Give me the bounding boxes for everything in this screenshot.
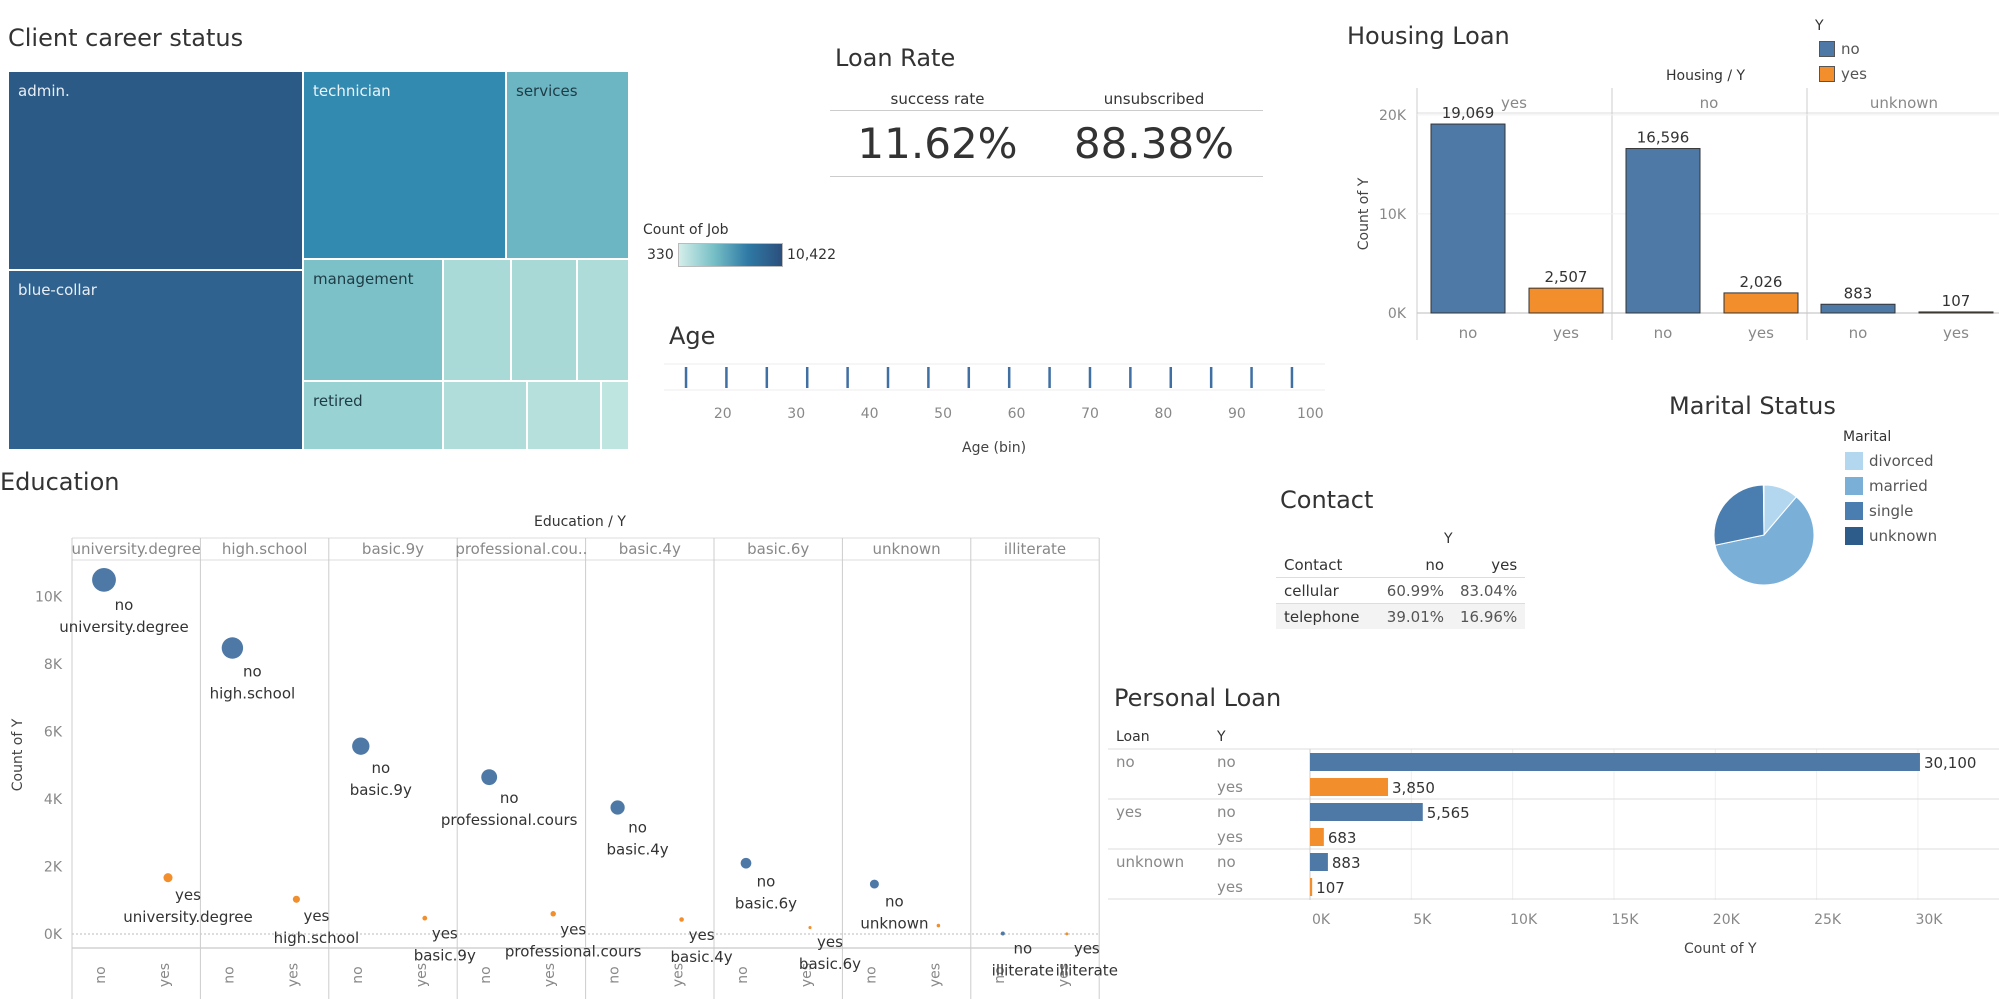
- personal-y-label: no: [1217, 853, 1236, 871]
- personal-xtick-label: 0K: [1312, 912, 1331, 928]
- personal-xtick-label: 5K: [1413, 912, 1432, 928]
- personal-bar-label: 107: [1316, 879, 1345, 897]
- personal-bar: [1310, 803, 1423, 821]
- personal-bar-label: 683: [1328, 829, 1357, 847]
- personal-y-label: no: [1217, 803, 1236, 821]
- personal-bar-label: 883: [1332, 854, 1361, 872]
- personal-loan-label: unknown: [1116, 853, 1184, 871]
- personal-chart[interactable]: 0K 5K 10K 15K 20K 25K 30K no no 30,100 yes 3,850 yes…: [0, 0, 1999, 999]
- personal-bar: [1310, 853, 1328, 871]
- personal-xtick-label: 30K: [1915, 912, 1943, 928]
- personal-bar: [1310, 778, 1389, 796]
- personal-bar-label: 30,100: [1924, 754, 1977, 772]
- personal-bar: [1310, 753, 1920, 771]
- personal-xlabel: Count of Y: [1684, 941, 1757, 957]
- personal-bar-label: 5,565: [1427, 804, 1470, 822]
- personal-xtick-label: 15K: [1611, 912, 1639, 928]
- personal-bar: [1310, 878, 1313, 896]
- personal-y-label: no: [1217, 753, 1236, 771]
- personal-bar: [1310, 828, 1324, 846]
- personal-xtick-label: 25K: [1814, 912, 1842, 928]
- personal-bar-label: 3,850: [1392, 779, 1435, 797]
- personal-loan-label: no: [1116, 753, 1135, 771]
- personal-y-label: yes: [1217, 778, 1243, 796]
- personal-xtick-label: 20K: [1713, 912, 1741, 928]
- personal-y-label: yes: [1217, 878, 1243, 896]
- personal-xtick-label: 10K: [1510, 912, 1538, 928]
- personal-y-label: yes: [1217, 828, 1243, 846]
- personal-loan-label: yes: [1116, 803, 1142, 821]
